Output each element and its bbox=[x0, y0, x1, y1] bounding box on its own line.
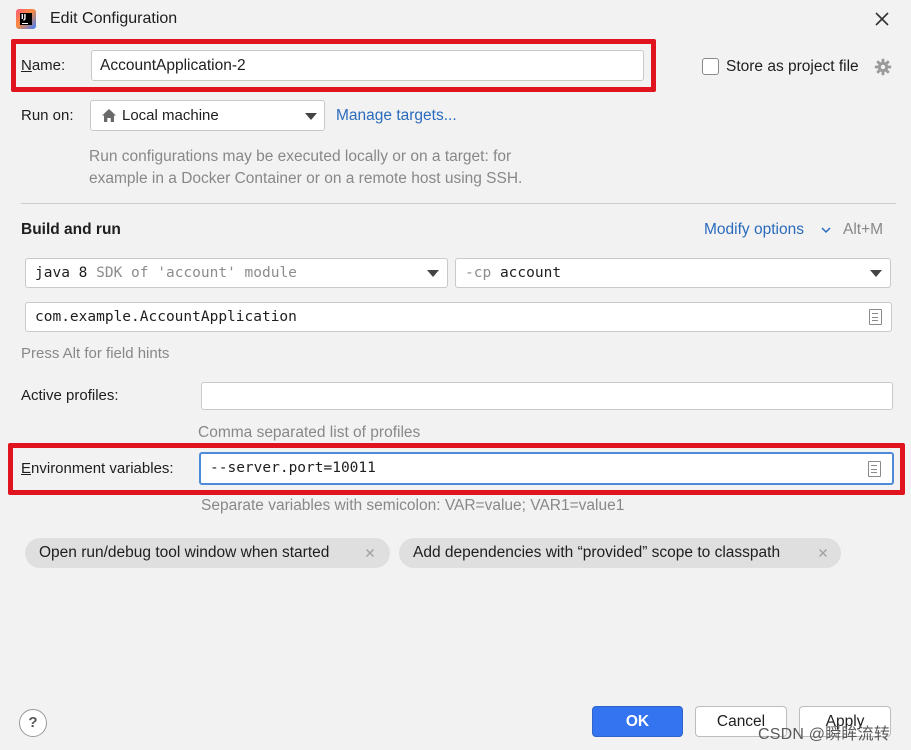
run-on-label: Run on: bbox=[21, 107, 74, 124]
build-and-run-heading: Build and run bbox=[21, 221, 121, 238]
classpath-module: account bbox=[499, 265, 562, 281]
close-icon[interactable] bbox=[817, 547, 829, 559]
watermark: CSDN @瞬眸流转 bbox=[758, 726, 891, 743]
store-as-project-file-label[interactable]: Store as project file bbox=[726, 58, 859, 76]
name-label: Name: bbox=[21, 57, 66, 74]
active-profiles-input[interactable] bbox=[201, 382, 893, 410]
manage-targets-link[interactable]: Manage targets... bbox=[336, 107, 457, 125]
jdk-select[interactable]: java 8 SDK of 'account' module bbox=[25, 258, 448, 288]
run-on-value: Local machine bbox=[122, 107, 219, 124]
ok-button[interactable]: OK bbox=[592, 706, 683, 737]
main-class-value: com.example.AccountApplication bbox=[35, 309, 297, 325]
main-class-input[interactable]: com.example.AccountApplication bbox=[25, 302, 892, 332]
field-hints-text: Press Alt for field hints bbox=[21, 345, 170, 362]
jdk-detail: SDK of 'account' module bbox=[96, 265, 297, 281]
home-icon bbox=[102, 109, 116, 122]
active-profiles-hint: Comma separated list of profiles bbox=[198, 424, 421, 441]
active-profiles-label: Active profiles: bbox=[21, 387, 119, 404]
close-icon[interactable] bbox=[364, 547, 376, 559]
help-icon[interactable]: ? bbox=[19, 709, 47, 737]
jdk-version: java 8 bbox=[35, 265, 88, 281]
environment-variables-label: Environment variables: bbox=[21, 460, 174, 477]
name-input[interactable]: AccountApplication-2 bbox=[91, 50, 644, 81]
dialog-title: Edit Configuration bbox=[50, 10, 178, 27]
intellij-idea-icon: IJ bbox=[16, 9, 36, 29]
close-icon[interactable] bbox=[871, 8, 893, 30]
modify-options-shortcut: Alt+M bbox=[843, 221, 884, 238]
gear-icon[interactable] bbox=[874, 58, 892, 76]
section-divider bbox=[21, 203, 896, 204]
document-icon[interactable] bbox=[868, 461, 881, 477]
environment-variables-input[interactable]: --server.port=10011 bbox=[199, 452, 894, 485]
chevron-down-icon bbox=[427, 270, 439, 277]
run-on-select[interactable]: Local machine bbox=[90, 100, 325, 131]
environment-variables-value: --server.port=10011 bbox=[210, 460, 376, 476]
chip-label: Open run/debug tool window when started bbox=[39, 544, 330, 561]
option-chip-provided-scope[interactable]: Add dependencies with “provided” scope t… bbox=[399, 538, 841, 568]
chevron-down-icon bbox=[870, 270, 882, 277]
store-as-project-file-checkbox[interactable] bbox=[702, 58, 719, 75]
classpath-flag: -cp bbox=[465, 265, 492, 281]
chevron-down-icon bbox=[305, 113, 317, 120]
run-on-hint: Run configurations may be executed local… bbox=[89, 148, 523, 187]
name-input-value: AccountApplication-2 bbox=[100, 57, 246, 74]
chevron-down-icon[interactable] bbox=[821, 226, 831, 234]
environment-variables-hint: Separate variables with semicolon: VAR=v… bbox=[201, 497, 625, 514]
option-chip-open-tool-window[interactable]: Open run/debug tool window when started bbox=[25, 538, 390, 568]
classpath-module-select[interactable]: -cp account bbox=[455, 258, 891, 288]
document-icon[interactable] bbox=[869, 309, 882, 325]
chip-label: Add dependencies with “provided” scope t… bbox=[413, 544, 781, 561]
modify-options-link[interactable]: Modify options bbox=[704, 221, 804, 239]
